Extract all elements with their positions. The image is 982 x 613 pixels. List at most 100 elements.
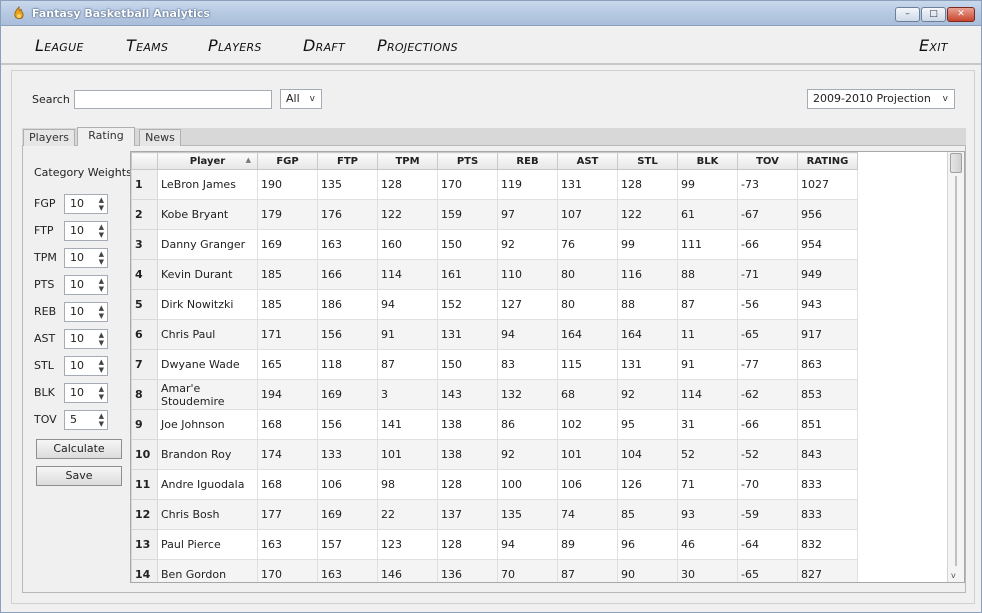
stat-cell-stl[interactable]: 88 bbox=[617, 289, 678, 320]
stat-cell-rating[interactable]: 949 bbox=[797, 259, 858, 290]
stat-cell-rating[interactable]: 827 bbox=[797, 559, 858, 582]
table-row[interactable]: 11 Andre Iguodala 168 106 98 128 100 106 126 71 -7… bbox=[131, 469, 858, 500]
stat-cell-ast[interactable]: 80 bbox=[557, 259, 618, 290]
close-button[interactable]: ✕ bbox=[947, 7, 975, 22]
stat-cell-ftp[interactable]: 176 bbox=[317, 199, 378, 230]
spinner-down-icon[interactable]: ▼ bbox=[99, 285, 104, 293]
stat-cell-pts[interactable]: 150 bbox=[437, 349, 498, 380]
stat-cell-tov[interactable]: -70 bbox=[737, 469, 798, 500]
weight-spinner-tov[interactable]: 5 ▲ ▼ bbox=[64, 410, 108, 430]
stat-cell-reb[interactable]: 92 bbox=[497, 229, 558, 260]
stat-cell-tov[interactable]: -77 bbox=[737, 349, 798, 380]
stat-cell-fgp[interactable]: 168 bbox=[257, 469, 318, 500]
stat-cell-tov[interactable]: -65 bbox=[737, 319, 798, 350]
stat-cell-fgp[interactable]: 190 bbox=[257, 169, 318, 200]
stat-cell-ast[interactable]: 164 bbox=[557, 319, 618, 350]
stat-cell-tpm[interactable]: 22 bbox=[377, 499, 438, 530]
stat-cell-rating[interactable]: 956 bbox=[797, 199, 858, 230]
stat-cell-ftp[interactable]: 106 bbox=[317, 469, 378, 500]
stat-cell-reb[interactable]: 119 bbox=[497, 169, 558, 200]
stat-cell-stl[interactable]: 95 bbox=[617, 409, 678, 440]
scroll-down-arrow-icon[interactable]: v bbox=[951, 571, 956, 580]
stat-cell-blk[interactable]: 99 bbox=[677, 169, 738, 200]
stat-cell-pts[interactable]: 161 bbox=[437, 259, 498, 290]
stat-cell-tov[interactable]: -62 bbox=[737, 379, 798, 410]
column-header-pts[interactable]: PTS bbox=[437, 152, 498, 170]
stat-cell-fgp[interactable]: 185 bbox=[257, 289, 318, 320]
table-row[interactable]: 12 Chris Bosh 177 169 22 137 135 74 85 93 -59 833 bbox=[131, 499, 858, 530]
stat-cell-pts[interactable]: 159 bbox=[437, 199, 498, 230]
stat-cell-tov[interactable]: -71 bbox=[737, 259, 798, 290]
weight-spinner-tpm[interactable]: 10 ▲ ▼ bbox=[64, 248, 108, 268]
stat-cell-tov[interactable]: -73 bbox=[737, 169, 798, 200]
stat-cell-blk[interactable]: 111 bbox=[677, 229, 738, 260]
stat-cell-rating[interactable]: 1027 bbox=[797, 169, 858, 200]
spinner-down-icon[interactable]: ▼ bbox=[99, 258, 104, 266]
stat-cell-ast[interactable]: 107 bbox=[557, 199, 618, 230]
stat-cell-tpm[interactable]: 101 bbox=[377, 439, 438, 470]
stat-cell-fgp[interactable]: 170 bbox=[257, 559, 318, 582]
player-name-cell[interactable]: Danny Granger bbox=[157, 229, 258, 260]
stat-cell-pts[interactable]: 128 bbox=[437, 469, 498, 500]
stat-cell-tov[interactable]: -52 bbox=[737, 439, 798, 470]
filter-select[interactable]: All v bbox=[280, 89, 322, 109]
column-header-rating[interactable]: RATING bbox=[797, 152, 858, 170]
stat-cell-tpm[interactable]: 98 bbox=[377, 469, 438, 500]
stat-cell-tpm[interactable]: 87 bbox=[377, 349, 438, 380]
spinner-up-icon[interactable]: ▲ bbox=[99, 331, 104, 339]
stat-cell-stl[interactable]: 116 bbox=[617, 259, 678, 290]
stat-cell-fgp[interactable]: 163 bbox=[257, 529, 318, 560]
player-name-cell[interactable]: Joe Johnson bbox=[157, 409, 258, 440]
stat-cell-blk[interactable]: 30 bbox=[677, 559, 738, 582]
stat-cell-tpm[interactable]: 128 bbox=[377, 169, 438, 200]
stat-cell-reb[interactable]: 132 bbox=[497, 379, 558, 410]
stat-cell-reb[interactable]: 92 bbox=[497, 439, 558, 470]
column-header-ftp[interactable]: FTP bbox=[317, 152, 378, 170]
stat-cell-blk[interactable]: 87 bbox=[677, 289, 738, 320]
player-name-cell[interactable]: Brandon Roy bbox=[157, 439, 258, 470]
player-name-cell[interactable]: Kobe Bryant bbox=[157, 199, 258, 230]
search-input[interactable] bbox=[74, 90, 272, 109]
stat-cell-stl[interactable]: 122 bbox=[617, 199, 678, 230]
player-name-cell[interactable]: Paul Pierce bbox=[157, 529, 258, 560]
spinner-down-icon[interactable]: ▼ bbox=[99, 312, 104, 320]
weight-spinner-fgp[interactable]: 10 ▲ ▼ bbox=[64, 194, 108, 214]
stat-cell-pts[interactable]: 128 bbox=[437, 529, 498, 560]
stat-cell-stl[interactable]: 92 bbox=[617, 379, 678, 410]
stat-cell-ftp[interactable]: 157 bbox=[317, 529, 378, 560]
spinner-down-icon[interactable]: ▼ bbox=[99, 339, 104, 347]
stat-cell-blk[interactable]: 11 bbox=[677, 319, 738, 350]
stat-cell-stl[interactable]: 96 bbox=[617, 529, 678, 560]
stat-cell-ftp[interactable]: 118 bbox=[317, 349, 378, 380]
player-name-cell[interactable]: LeBron James bbox=[157, 169, 258, 200]
stat-cell-fgp[interactable]: 171 bbox=[257, 319, 318, 350]
stat-cell-tpm[interactable]: 114 bbox=[377, 259, 438, 290]
stat-cell-ast[interactable]: 87 bbox=[557, 559, 618, 582]
minimize-button[interactable]: – bbox=[895, 7, 920, 22]
menu-projections[interactable]: Projections bbox=[377, 36, 458, 55]
weight-spinner-pts[interactable]: 10 ▲ ▼ bbox=[64, 275, 108, 295]
stat-cell-blk[interactable]: 52 bbox=[677, 439, 738, 470]
stat-cell-reb[interactable]: 94 bbox=[497, 529, 558, 560]
stat-cell-pts[interactable]: 170 bbox=[437, 169, 498, 200]
stat-cell-fgp[interactable]: 194 bbox=[257, 379, 318, 410]
column-header-reb[interactable]: REB bbox=[497, 152, 558, 170]
stat-cell-reb[interactable]: 97 bbox=[497, 199, 558, 230]
stat-cell-pts[interactable]: 136 bbox=[437, 559, 498, 582]
player-name-cell[interactable]: Chris Bosh bbox=[157, 499, 258, 530]
stat-cell-tov[interactable]: -59 bbox=[737, 499, 798, 530]
column-header-player[interactable]: Player ▲ bbox=[157, 152, 258, 170]
weight-spinner-stl[interactable]: 10 ▲ ▼ bbox=[64, 356, 108, 376]
stat-cell-stl[interactable]: 85 bbox=[617, 499, 678, 530]
stat-cell-reb[interactable]: 94 bbox=[497, 319, 558, 350]
menu-league[interactable]: League bbox=[35, 36, 84, 55]
table-row[interactable]: 14 Ben Gordon 170 163 146 136 70 87 90 30 -65 827 bbox=[131, 559, 858, 582]
spinner-down-icon[interactable]: ▼ bbox=[99, 366, 104, 374]
stat-cell-tpm[interactable]: 91 bbox=[377, 319, 438, 350]
spinner-down-icon[interactable]: ▼ bbox=[99, 420, 104, 428]
stat-cell-reb[interactable]: 70 bbox=[497, 559, 558, 582]
tab-players[interactable]: Players bbox=[23, 129, 75, 147]
column-header-tpm[interactable]: TPM bbox=[377, 152, 438, 170]
stat-cell-rating[interactable]: 954 bbox=[797, 229, 858, 260]
stat-cell-pts[interactable]: 150 bbox=[437, 229, 498, 260]
